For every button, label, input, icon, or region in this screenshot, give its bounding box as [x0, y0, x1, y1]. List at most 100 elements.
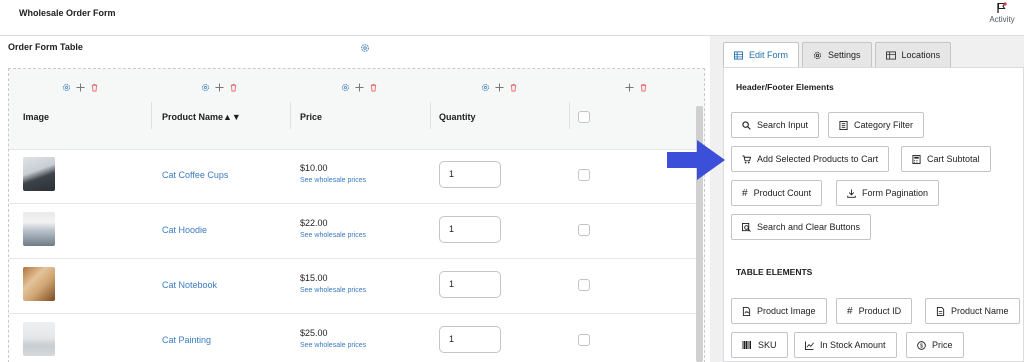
element-label: Product Name: [951, 306, 1009, 316]
trash-icon[interactable]: [369, 83, 378, 92]
element-product-image[interactable]: Product Image: [731, 298, 827, 324]
gear-icon[interactable]: [201, 83, 210, 92]
column-controls: [481, 83, 518, 92]
product-image: [23, 322, 55, 356]
calc-icon: [912, 154, 921, 164]
gear-icon[interactable]: [341, 83, 350, 92]
trash-icon[interactable]: [509, 83, 518, 92]
element-search-and-clear-buttons[interactable]: Search and Clear Buttons: [731, 214, 872, 240]
gear-icon: [813, 51, 822, 59]
row-checkbox[interactable]: [578, 224, 590, 236]
move-icon[interactable]: [76, 83, 85, 92]
download-icon: [847, 188, 856, 198]
element-category-filter[interactable]: Category Filter: [828, 112, 925, 138]
element-product-count[interactable]: # Product Count: [731, 180, 823, 206]
row-divider: [9, 258, 704, 259]
wholesale-prices-link[interactable]: See wholesale prices: [300, 232, 366, 239]
column-header-image: Image: [23, 112, 50, 122]
dollar-icon: $: [917, 340, 926, 350]
element-sku[interactable]: SKU: [731, 332, 788, 358]
activity-button[interactable]: Activity: [986, 2, 1018, 24]
move-icon[interactable]: [495, 83, 504, 92]
element-search-input[interactable]: Search Input: [731, 112, 820, 138]
order-form-table: Image Product Name▲▼ Price Quantity Cat …: [8, 68, 705, 362]
column-controls: [341, 83, 378, 92]
location-table-icon: [885, 50, 896, 60]
section-title-header-footer: Header/Footer Elements: [736, 82, 834, 92]
list-icon: [839, 120, 848, 130]
quantity-input[interactable]: 1: [439, 326, 501, 353]
tab-label: Locations: [901, 50, 941, 60]
column-controls: [625, 83, 648, 92]
tab-edit-form[interactable]: Edit Form: [723, 42, 800, 67]
quantity-input[interactable]: 1: [439, 161, 501, 188]
product-price: $15.00: [300, 273, 328, 283]
trash-icon[interactable]: [90, 83, 99, 92]
element-price[interactable]: $ Price: [906, 332, 964, 358]
column-separator: [290, 102, 291, 129]
element-product-name[interactable]: Product Name: [925, 298, 1020, 324]
product-name-link[interactable]: Cat Hoodie: [162, 225, 207, 235]
image-icon: [742, 306, 751, 316]
element-label: Form Pagination: [862, 188, 929, 198]
element-label: Search and Clear Buttons: [757, 222, 861, 232]
tab-locations[interactable]: Locations: [874, 42, 952, 67]
move-icon[interactable]: [215, 83, 224, 92]
order-form-table-area: Order Form Table Image Product Name▲▼ Pr…: [0, 36, 710, 362]
top-bar: Wholesale Order Form Activity: [0, 0, 1024, 36]
element-add-selected-to-cart[interactable]: Add Selected Products to Cart: [731, 146, 890, 172]
flag-icon: [997, 2, 1007, 13]
wholesale-prices-link[interactable]: See wholesale prices: [300, 287, 366, 294]
search-clear-icon: [742, 222, 751, 232]
row-divider: [9, 149, 704, 150]
wholesale-prices-link[interactable]: See wholesale prices: [300, 177, 366, 184]
element-in-stock-amount[interactable]: In Stock Amount: [794, 332, 897, 358]
element-label: Add Selected Products to Cart: [757, 154, 879, 164]
edit-form-panel: Header/Footer Elements Search Input Cate…: [723, 67, 1024, 362]
product-image: [23, 267, 55, 301]
element-cart-subtotal[interactable]: Cart Subtotal: [901, 146, 991, 172]
column-header-product-name[interactable]: Product Name▲▼: [162, 112, 241, 122]
wholesale-prices-link[interactable]: See wholesale prices: [300, 342, 366, 349]
product-name-link[interactable]: Cat Painting: [162, 335, 211, 345]
hash-icon: #: [847, 305, 853, 317]
move-icon[interactable]: [355, 83, 364, 92]
page-title: Wholesale Order Form: [19, 8, 116, 18]
gear-icon[interactable]: [360, 43, 370, 53]
row-checkbox[interactable]: [578, 334, 590, 346]
select-all-checkbox[interactable]: [578, 111, 590, 123]
move-icon[interactable]: [625, 83, 634, 92]
quantity-input[interactable]: 1: [439, 216, 501, 243]
product-name-link[interactable]: Cat Notebook: [162, 280, 217, 290]
element-label: Product Image: [757, 306, 816, 316]
hash-icon: #: [742, 187, 748, 199]
gear-icon[interactable]: [481, 83, 490, 92]
element-label: Cart Subtotal: [927, 154, 980, 164]
gear-icon[interactable]: [62, 83, 71, 92]
trash-icon[interactable]: [229, 83, 238, 92]
product-price: $10.00: [300, 163, 328, 173]
section-title-table-elements: TABLE ELEMENTS: [736, 267, 813, 277]
trash-icon[interactable]: [639, 83, 648, 92]
edit-form-sidebar: Edit Form Settings Locations Header/Foot…: [710, 36, 1024, 362]
table-icon: [734, 50, 743, 60]
quantity-input[interactable]: 1: [439, 271, 501, 298]
product-name-link[interactable]: Cat Coffee Cups: [162, 170, 228, 180]
column-controls: [201, 83, 238, 92]
order-form-table-heading: Order Form Table: [8, 42, 83, 52]
column-separator: [430, 102, 431, 129]
element-label: Product Count: [753, 188, 812, 198]
tab-settings[interactable]: Settings: [802, 42, 872, 67]
tab-label: Edit Form: [749, 50, 789, 60]
element-form-pagination[interactable]: Form Pagination: [836, 180, 940, 206]
element-label: Category Filter: [854, 120, 914, 130]
element-label: In Stock Amount: [820, 340, 886, 350]
doc-icon: [936, 306, 945, 316]
pointer-arrow-icon: [667, 140, 725, 180]
element-product-id[interactable]: # Product ID: [836, 298, 913, 324]
tab-label: Settings: [828, 50, 861, 60]
row-checkbox[interactable]: [578, 279, 590, 291]
activity-label: Activity: [989, 15, 1015, 24]
element-label: Price: [932, 340, 953, 350]
row-checkbox[interactable]: [578, 169, 590, 181]
